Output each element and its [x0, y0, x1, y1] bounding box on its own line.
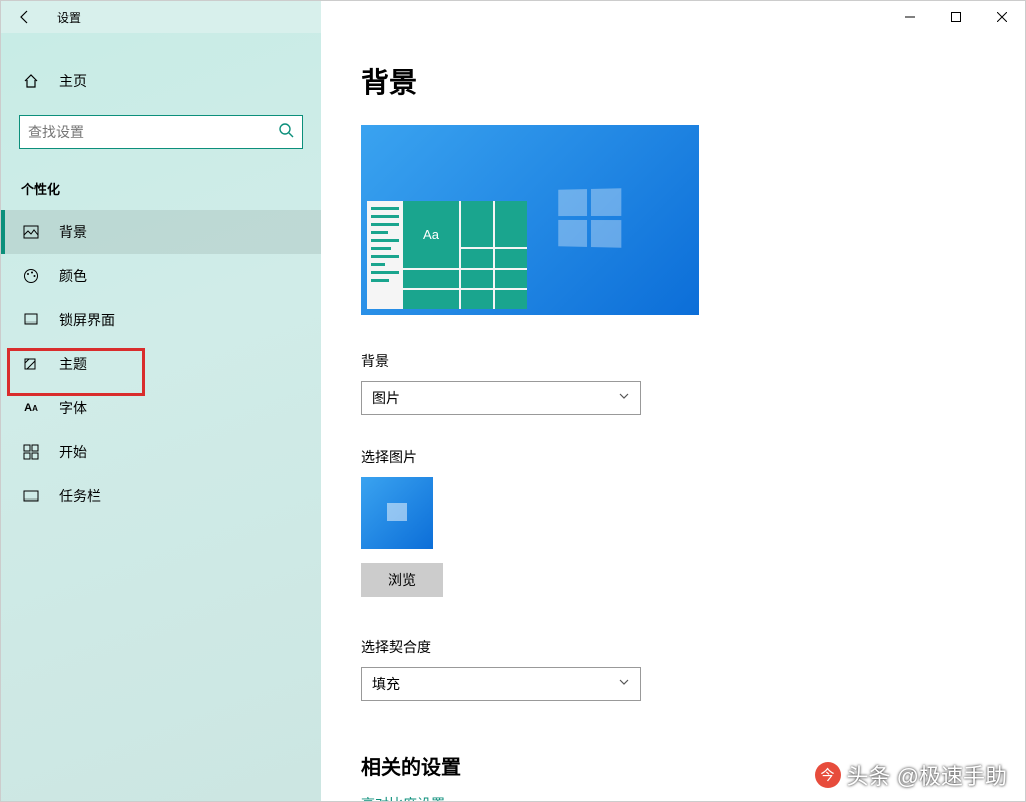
picture-icon: [21, 224, 41, 240]
sidebar-item-label: 开始: [59, 442, 87, 462]
maximize-icon: [951, 12, 961, 22]
background-type-label: 背景: [361, 351, 985, 371]
browse-button[interactable]: 浏览: [361, 563, 443, 597]
sidebar-item-colors[interactable]: 颜色: [1, 254, 321, 298]
close-button[interactable]: [979, 1, 1025, 33]
sidebar-item-taskbar[interactable]: 任务栏: [1, 474, 321, 518]
watermark-text: 头条 @极速手助: [847, 759, 1007, 791]
category-label: 个性化: [1, 173, 321, 210]
minimize-button[interactable]: [887, 1, 933, 33]
preview-sample-window: Aa: [367, 201, 527, 309]
watermark-logo-icon: 今: [815, 762, 841, 788]
home-icon: [21, 73, 41, 89]
sidebar-item-label: 主题: [59, 354, 87, 374]
sidebar-item-label: 字体: [59, 398, 87, 418]
choose-picture-label: 选择图片: [361, 447, 985, 467]
browse-button-label: 浏览: [388, 570, 416, 590]
background-type-dropdown[interactable]: 图片: [361, 381, 641, 415]
sidebar-item-background[interactable]: 背景: [1, 210, 321, 254]
sidebar-item-start[interactable]: 开始: [1, 430, 321, 474]
arrow-left-icon: [17, 9, 33, 25]
titlebar: 设置: [1, 1, 1025, 33]
fit-dropdown[interactable]: 填充: [361, 667, 641, 701]
lockscreen-icon: [21, 312, 41, 328]
close-icon: [997, 12, 1007, 22]
content: 背景 Aa 背景 图片 选择图片 浏览 选择契合度 填充: [321, 33, 1025, 801]
sidebar-item-fonts[interactable]: AA 字体: [1, 386, 321, 430]
search-box[interactable]: [19, 115, 303, 149]
chevron-down-icon: [618, 389, 630, 407]
font-icon: AA: [21, 402, 41, 414]
taskbar-icon: [21, 488, 41, 504]
home-label: 主页: [59, 71, 87, 91]
home-button[interactable]: 主页: [1, 61, 321, 101]
windows-logo-icon: [558, 188, 621, 248]
window-controls: [887, 1, 1025, 33]
back-button[interactable]: [1, 1, 49, 33]
related-link-high-contrast[interactable]: 高对比度设置: [361, 794, 985, 801]
fit-label: 选择契合度: [361, 637, 985, 657]
search-input[interactable]: [28, 124, 278, 140]
desktop-preview: Aa: [361, 125, 699, 315]
window-title: 设置: [57, 9, 81, 26]
search-icon: [278, 122, 294, 143]
chevron-down-icon: [618, 675, 630, 693]
preview-sample-text: Aa: [403, 201, 459, 268]
sidebar-item-label: 锁屏界面: [59, 310, 115, 330]
palette-icon: [21, 268, 41, 284]
sidebar-item-label: 背景: [59, 222, 87, 242]
sidebar-item-themes[interactable]: 主题: [1, 342, 321, 386]
sidebar-item-lockscreen[interactable]: 锁屏界面: [1, 298, 321, 342]
dropdown-value: 填充: [372, 674, 400, 694]
sidebar-item-label: 颜色: [59, 266, 87, 286]
sidebar-item-label: 任务栏: [59, 486, 101, 506]
start-icon: [21, 444, 41, 460]
minimize-icon: [905, 12, 915, 22]
picture-thumbnail[interactable]: [361, 477, 433, 549]
maximize-button[interactable]: [933, 1, 979, 33]
page-title: 背景: [361, 61, 985, 101]
theme-icon: [21, 356, 41, 372]
sidebar: 主页 个性化 背景 颜色 锁屏界面 主题 AA 字体 开始: [1, 33, 321, 801]
watermark: 今 头条 @极速手助: [815, 759, 1007, 791]
dropdown-value: 图片: [372, 388, 400, 408]
